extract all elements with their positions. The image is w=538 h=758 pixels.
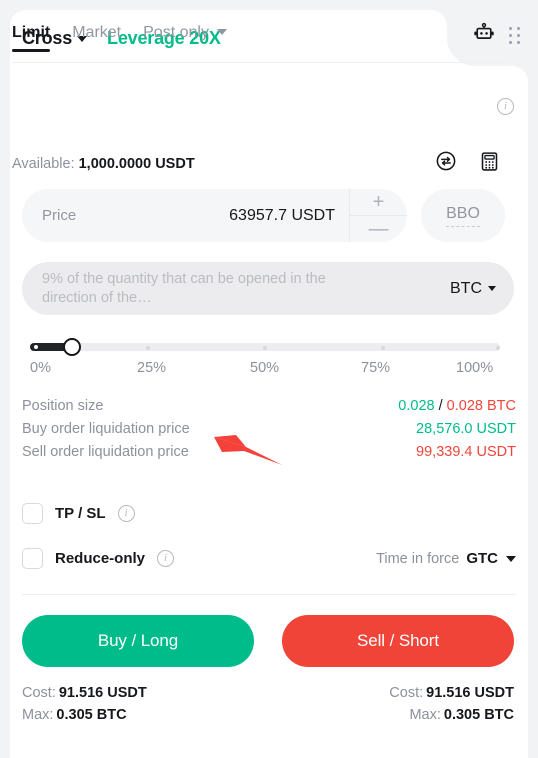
sell-max-value: 0.305 BTC — [443, 707, 514, 723]
tpsl-info-icon[interactable]: i — [117, 505, 135, 522]
sell-liquidation-row: Sell order liquidation price 99,339.4 US… — [22, 444, 516, 465]
buy-max-value: 0.305 BTC — [56, 707, 127, 723]
price-input-label: Price — [42, 207, 77, 224]
buy-cost-value: 91.516 USDT — [58, 685, 147, 701]
position-size-buy: 0.028 — [398, 398, 435, 414]
position-size-value: 0.028 / 0.028 BTC — [398, 398, 516, 414]
sell-cost-line: Cost: 91.516 USDT — [389, 685, 514, 701]
sell-cost-key: Cost: — [389, 685, 424, 701]
slider-label-50: 50% — [250, 360, 280, 376]
order-cost-footer: Cost: 91.516 USDT Max: 0.305 BTC Cost: 91.5… — [22, 685, 514, 723]
tabs-divider — [12, 62, 506, 63]
price-input[interactable]: Price 63957.7 USDT + — — [22, 189, 407, 242]
reduce-only-info-icon[interactable]: i — [157, 550, 175, 567]
buy-liquidation-value: 28,576.0 USDT — [416, 421, 516, 437]
tpsl-row: TP / SL i — [22, 503, 516, 524]
slider-label-25: 25% — [137, 360, 167, 376]
buy-liquidation-row: Buy order liquidation price 28,576.0 USD… — [22, 421, 516, 442]
order-type-info-icon[interactable]: i — [497, 98, 514, 115]
sell-cost-column: Cost: 91.516 USDT Max: 0.305 BTC — [389, 685, 514, 723]
buy-cost-line: Cost: 91.516 USDT — [22, 685, 147, 701]
tab-post-only-label: Post only — [143, 24, 209, 41]
actions-divider — [22, 594, 516, 595]
quantity-unit-selector[interactable]: BTC — [450, 280, 496, 298]
quantity-input[interactable]: 9% of the quantity that can be opened in… — [22, 262, 514, 315]
order-summary-rows: Position size 0.028 / 0.028 BTC Buy orde… — [22, 398, 516, 467]
buy-liquidation-label: Buy order liquidation price — [22, 421, 190, 437]
slider-label-100: 100% — [456, 360, 494, 376]
tpsl-label: TP / SL — [55, 505, 106, 522]
chevron-down-icon — [488, 286, 496, 291]
sell-cost-value: 91.516 USDT — [426, 685, 514, 701]
price-decrement-button[interactable]: — — [350, 216, 407, 242]
slider-tick-75 — [380, 345, 385, 350]
tab-post-only[interactable]: Post only — [143, 24, 227, 52]
position-size-slider[interactable] — [30, 338, 500, 356]
position-size-sell: 0.028 BTC — [446, 398, 516, 414]
available-balance-row: Available: 1,000.0000 USDT — [12, 150, 506, 177]
time-in-force-label: Time in force — [376, 550, 460, 567]
buy-cost-key: Cost: — [22, 685, 56, 701]
time-in-force-selector[interactable]: Time in force GTC — [376, 550, 516, 567]
slider-scale-labels: 0% 25% 50% 75% 100% — [22, 360, 516, 380]
price-stepper: + — — [349, 189, 407, 242]
slider-origin-dot — [34, 345, 38, 349]
slider-thumb[interactable] — [63, 338, 81, 356]
buy-cost-column: Cost: 91.516 USDT Max: 0.305 BTC — [22, 685, 147, 723]
reduce-only-row: Reduce-only i Time in force GTC — [22, 548, 516, 569]
slider-tick-100 — [496, 345, 500, 350]
tab-market[interactable]: Market — [72, 24, 121, 52]
buy-max-key: Max: — [22, 707, 54, 723]
position-size-row: Position size 0.028 / 0.028 BTC — [22, 398, 516, 419]
slider-tick-25 — [145, 345, 150, 350]
drag-handle-icon[interactable] — [509, 27, 520, 44]
sell-liquidation-label: Sell order liquidation price — [22, 444, 189, 460]
tab-limit[interactable]: Limit — [12, 24, 51, 52]
price-input-row: Price 63957.7 USDT + — BBO — [22, 189, 505, 242]
bbo-button[interactable]: BBO — [421, 189, 505, 242]
sell-max-line: Max: 0.305 BTC — [409, 707, 514, 723]
quantity-unit-label: BTC — [450, 279, 482, 297]
tpsl-checkbox[interactable] — [22, 503, 43, 524]
trading-order-panel: Cross Leverage 20X Limit Market Post onl… — [0, 0, 538, 758]
reduce-only-label: Reduce-only — [55, 550, 146, 567]
bbo-label: BBO — [446, 205, 480, 227]
sell-short-button[interactable]: Sell / Short — [282, 615, 514, 667]
sell-max-key: Max: — [409, 707, 441, 723]
reduce-only-checkbox[interactable] — [22, 548, 43, 569]
chevron-down-icon — [216, 29, 227, 35]
calculator-icon[interactable] — [479, 151, 500, 177]
time-in-force-value: GTC — [466, 550, 498, 567]
slider-tick-50 — [263, 345, 267, 350]
quantity-placeholder: 9% of the quantity that can be opened in… — [42, 270, 326, 306]
position-size-separator: / — [434, 398, 447, 414]
position-size-label: Position size — [22, 398, 104, 414]
available-value: 1,000.0000 USDT — [78, 155, 195, 172]
swap-icon[interactable] — [435, 150, 457, 177]
sell-liquidation-value: 99,339.4 USDT — [416, 444, 516, 460]
price-increment-button[interactable]: + — [350, 189, 407, 216]
available-label: Available: — [12, 155, 75, 172]
buy-max-line: Max: 0.305 BTC — [22, 707, 147, 723]
order-type-tabs: Limit Market Post only — [12, 24, 227, 52]
chevron-down-icon — [506, 555, 516, 562]
slider-label-0: 0% — [30, 360, 51, 376]
slider-label-75: 75% — [361, 360, 391, 376]
order-action-buttons: Buy / Long Sell / Short — [22, 615, 514, 667]
robot-icon[interactable] — [473, 22, 495, 49]
price-input-value: 63957.7 USDT — [229, 206, 335, 224]
buy-long-button[interactable]: Buy / Long — [22, 615, 254, 667]
